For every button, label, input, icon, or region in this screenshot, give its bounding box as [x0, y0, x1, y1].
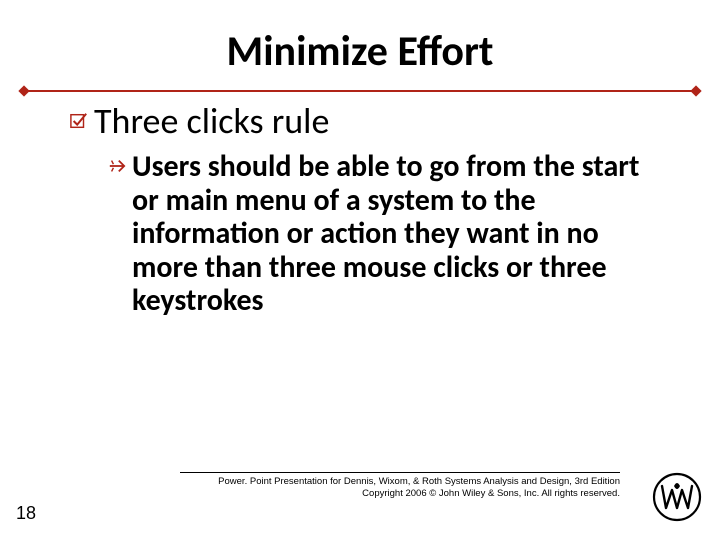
slide: Minimize Effort Three clicks rule Users … — [0, 0, 720, 540]
divider-cap-right — [690, 85, 701, 96]
arrow-burst-bullet-icon — [108, 157, 130, 180]
slide-title: Minimize Effort — [0, 26, 720, 77]
bullet-level-1: Three clicks rule — [70, 102, 670, 142]
checkbox-bullet-icon — [70, 112, 92, 135]
footer-line-2: Copyright 2006 © John Wiley & Sons, Inc.… — [180, 488, 620, 500]
bullet-level-2: Users should be able to go from the star… — [108, 150, 668, 318]
publisher-logo — [652, 472, 702, 522]
divider-line — [24, 90, 696, 92]
page-number: 18 — [16, 503, 36, 524]
footer-credits: Power. Point Presentation for Dennis, Wi… — [180, 476, 620, 500]
bullet-level-1-text: Three clicks rule — [94, 102, 329, 142]
footer-line-1: Power. Point Presentation for Dennis, Wi… — [180, 476, 620, 488]
footer-divider — [180, 472, 620, 473]
title-divider — [24, 88, 696, 94]
bullet-level-2-text: Users should be able to go from the star… — [132, 150, 668, 318]
